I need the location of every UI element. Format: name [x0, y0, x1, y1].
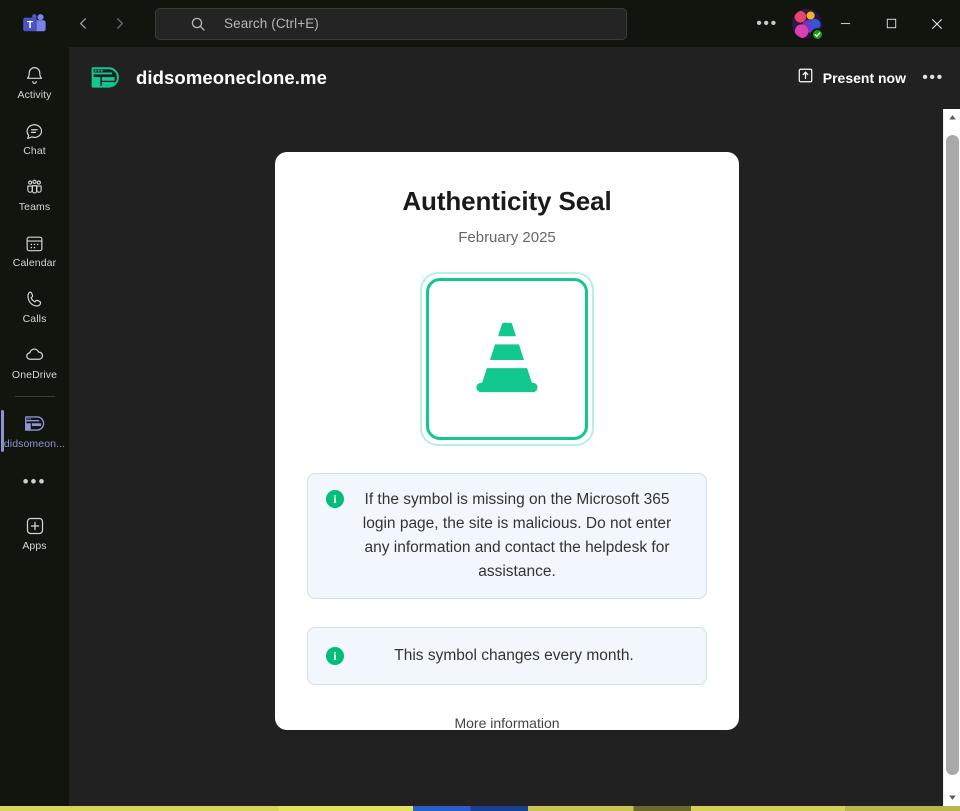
minimize-button[interactable] [822, 0, 868, 47]
more-information-link[interactable]: More information [275, 715, 739, 731]
alert-text: This symbol changes every month. [394, 647, 634, 664]
desktop-wallpaper-strip [0, 806, 960, 811]
alert-text: If the symbol is missing on the Microsof… [362, 491, 672, 580]
app-header: didsomeoneclone.me Present now ••• [69, 47, 960, 109]
info-icon: i [326, 490, 344, 508]
phone-icon [23, 287, 47, 311]
svg-text:T: T [27, 20, 33, 31]
bell-icon [23, 63, 47, 87]
teams-app-window: T Search (Ctrl+E) ••• Activity Chat Team… [0, 0, 960, 806]
app-header-more-button[interactable]: ••• [918, 63, 948, 93]
sidebar-item-label: Activity [17, 89, 52, 101]
sidebar-item-calls[interactable]: Calls [0, 278, 69, 334]
sidebar-item-didsomeoneclone[interactable]: didsomeon... [0, 403, 69, 459]
sidebar-item-teams[interactable]: Teams [0, 166, 69, 222]
sidebar-item-label: Teams [18, 201, 51, 213]
sidebar-item-label: Chat [23, 145, 46, 157]
vertical-scrollbar[interactable] [943, 109, 960, 806]
traffic-cone-icon [453, 303, 561, 416]
back-button[interactable] [68, 9, 98, 39]
sidebar-item-label: Calls [22, 313, 47, 325]
avatar[interactable] [792, 8, 824, 41]
teams-logo-icon: T [20, 10, 48, 38]
search-input-placeholder[interactable]: Search (Ctrl+E) [224, 16, 319, 31]
present-now-button[interactable]: Present now [789, 61, 914, 95]
scrollbar-thumb[interactable] [946, 135, 959, 775]
search-icon [190, 16, 206, 32]
sidebar-item-onedrive[interactable]: OneDrive [0, 334, 69, 390]
rail-more-button[interactable]: ••• [0, 459, 69, 505]
app-window-icon [89, 61, 123, 95]
sidebar-item-label: Calendar [12, 257, 57, 269]
forward-button[interactable] [104, 9, 134, 39]
close-button[interactable] [914, 0, 960, 47]
sidebar-item-chat[interactable]: Chat [0, 110, 69, 166]
page-title: Authenticity Seal [402, 186, 612, 216]
scroll-up-arrow[interactable] [944, 109, 960, 126]
search-bar[interactable]: Search (Ctrl+E) [155, 7, 627, 40]
titlebar-more-button[interactable]: ••• [750, 8, 784, 40]
app-content-area: Authenticity Seal February 2025 i If the… [69, 109, 960, 806]
sidebar-item-label: OneDrive [11, 369, 58, 381]
left-navigation-rail: Activity Chat Teams Calendar Calls OneDr… [0, 47, 69, 806]
seal-month: February 2025 [458, 229, 556, 246]
sidebar-item-label: Apps [22, 540, 47, 552]
cloud-icon [23, 343, 47, 367]
info-icon: i [326, 647, 344, 665]
chat-icon [23, 119, 47, 143]
calendar-icon [23, 231, 47, 255]
present-now-label: Present now [822, 70, 906, 86]
title-bar: T Search (Ctrl+E) ••• [0, 0, 960, 47]
app-title: didsomeoneclone.me [136, 67, 327, 88]
seal-inner-frame [426, 278, 588, 440]
seal-frame [420, 272, 594, 446]
rail-divider [14, 396, 55, 397]
alert-box-warning: i If the symbol is missing on the Micros… [307, 473, 707, 599]
alert-box-monthly: i This symbol changes every month. [307, 627, 707, 685]
share-up-icon [797, 67, 814, 89]
sidebar-item-activity[interactable]: Activity [0, 54, 69, 110]
sidebar-item-label: didsomeon... [3, 438, 66, 450]
app-window-icon [23, 412, 47, 436]
teams-icon [23, 175, 47, 199]
maximize-button[interactable] [868, 0, 914, 47]
sidebar-item-calendar[interactable]: Calendar [0, 222, 69, 278]
navigation-arrows [68, 9, 134, 39]
presence-available-badge [811, 27, 824, 41]
scroll-down-arrow[interactable] [944, 789, 960, 806]
titlebar-right-controls: ••• [750, 0, 960, 47]
sidebar-item-apps[interactable]: Apps [0, 505, 69, 561]
app-header-actions: Present now ••• [789, 47, 948, 109]
authenticity-seal-card: Authenticity Seal February 2025 i If the… [275, 152, 739, 731]
apps-plus-icon [23, 514, 47, 538]
